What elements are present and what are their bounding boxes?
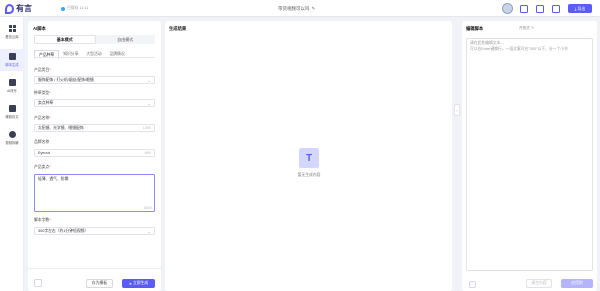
ai-rewrite-icon	[8, 79, 16, 87]
form-title: AI脚本	[33, 26, 46, 31]
save-template-button[interactable]: 存为模板	[86, 279, 113, 288]
edit-icon: ✎	[531, 26, 535, 30]
placeholder-line-2: 可以在Enter键换行，一段文案可在"300"以下，分一个小节	[470, 46, 568, 51]
selling-label: 产品卖点*	[34, 165, 51, 170]
brand-input[interactable]: Eyeout 6/50	[34, 149, 155, 157]
required-mark: *	[49, 68, 51, 72]
char-count: 8/200	[143, 205, 152, 210]
script-form-panel: AI脚本 基本模式 自由模式 产品种草 知识分享 大型活动 品牌情况 产品类目*…	[28, 21, 161, 291]
document-title[interactable]: 带货视频可以吗 ✎	[278, 6, 315, 12]
empty-text-icon: T	[299, 148, 319, 168]
avatar[interactable]	[502, 3, 513, 14]
left-nav: 看剪云库 脚本生成 AI改写 爆款拆文 视频拆解	[0, 17, 24, 291]
logo-mark-icon	[5, 3, 14, 14]
type-label: 种草类型*	[34, 91, 51, 96]
chevron-down-icon: ⌄	[147, 77, 151, 83]
generate-label: 立即生成	[133, 281, 149, 285]
nav-label: 脚本生成	[5, 62, 19, 67]
edit-title-icon[interactable]: ✎	[312, 6, 316, 12]
result-title: 生成结果	[169, 26, 187, 31]
download-icon: ⤓	[574, 6, 577, 11]
product-name-input[interactable]: 太阳镜、光学镜、眼镜配饰 12/50	[34, 124, 155, 132]
nav-label: 视频拆解	[5, 140, 19, 145]
script-icon	[8, 53, 16, 61]
export-button[interactable]: ⤓ 导出	[568, 4, 592, 13]
length-label: 脚本字数*	[34, 218, 51, 223]
chevron-down-icon: ⌄	[147, 228, 151, 234]
nav-label: 看剪云库	[5, 34, 19, 39]
char-count: 12/50	[142, 126, 151, 130]
category-label: 产品类目*	[34, 68, 51, 73]
saved-status: 已保存 11:11	[61, 6, 88, 11]
mode-basic-tab[interactable]: 基本模式	[34, 35, 96, 44]
chevron-down-icon: ⌄	[147, 100, 151, 106]
required-mark: *	[49, 116, 51, 120]
required-mark: *	[49, 218, 51, 222]
footer-divider	[28, 268, 161, 269]
category-label-text: 产品类目	[34, 68, 50, 72]
type-label-text: 种草类型	[34, 91, 50, 95]
apply-button[interactable]: 应用到	[561, 279, 593, 288]
type-select[interactable]: 卖点种草 ⌄	[34, 99, 155, 107]
char-count: 6/50	[144, 151, 151, 155]
cloud-saved-icon	[61, 6, 65, 11]
required-mark: *	[49, 165, 51, 169]
saved-status-text: 已保存 11:11	[67, 6, 89, 10]
editor-placeholder: 请在此处编辑文本... 可以在Enter键换行，一段文案可在"300"以下，分一…	[470, 41, 568, 52]
brand-value: Eyeout	[38, 151, 50, 155]
grid-icon	[8, 25, 16, 33]
name-label-text: 产品名称	[34, 116, 50, 120]
history-icon[interactable]	[34, 279, 42, 287]
length-value: 300字左右（约1分钟短视频）	[38, 228, 89, 233]
version-selector[interactable]: 开放式 ✎	[519, 26, 534, 31]
selling-points-textarea[interactable]: 轻薄、透气、防雾 8/200	[34, 174, 155, 212]
nav-item-script[interactable]: 脚本生成	[0, 49, 24, 71]
version-label: 开放式	[519, 26, 530, 30]
selling-label-text: 产品卖点	[34, 165, 50, 169]
collapse-panel-button[interactable]: ‹	[454, 104, 460, 116]
editor-title: 编辑脚本	[466, 26, 484, 31]
name-label: 产品名称*	[34, 116, 51, 121]
category-select[interactable]: 服饰配饰 / 打火机/烟丝/配饰/眼镜 ⌄	[34, 76, 155, 84]
video-icon	[8, 105, 16, 113]
top-bar: 有言 已保存 11:11 带货视频可以吗 ✎ ⤓ 导出	[0, 0, 600, 17]
product-name-value: 太阳镜、光学镜、眼镜配饰	[38, 125, 84, 130]
logo[interactable]: 有言	[5, 3, 32, 14]
mode-free-tab[interactable]: 自由模式	[96, 35, 156, 44]
save-template-label: 存为模板	[91, 281, 108, 285]
nav-label: AI改写	[7, 88, 17, 93]
required-mark: *	[49, 91, 51, 95]
clear-content-button[interactable]: 清空内容	[526, 279, 552, 288]
script-editor-textarea[interactable]	[466, 38, 593, 271]
brand-label: 品牌名称	[34, 140, 50, 144]
nav-item-library[interactable]: 看剪云库	[0, 21, 24, 43]
document-title-text: 带货视频可以吗	[278, 5, 310, 11]
mode-toggle: 基本模式 自由模式	[34, 35, 155, 44]
export-label: 导出	[577, 5, 586, 11]
empty-state-text: 暂无生成内容	[297, 173, 321, 177]
length-label-text: 脚本字数	[34, 218, 50, 222]
category-value: 服饰配饰 / 打火机/烟丝/配饰/眼镜	[38, 77, 94, 82]
nav-item-ai-rewrite[interactable]: AI改写	[0, 75, 24, 97]
length-select[interactable]: 300字左右（约1分钟短视频） ⌄	[34, 227, 155, 235]
analyze-icon	[8, 131, 16, 139]
share-icon[interactable]	[552, 4, 560, 13]
nav-label: 爆款拆文	[5, 114, 19, 119]
nav-item-hot-copy[interactable]: 爆款拆文	[0, 101, 24, 123]
generate-button[interactable]: ➤ 立即生成	[122, 279, 155, 288]
mail-icon[interactable]	[520, 4, 528, 13]
tablet-icon[interactable]	[536, 4, 544, 13]
copy-icon[interactable]	[469, 281, 476, 288]
logo-text: 有言	[16, 4, 32, 13]
tab-divider	[34, 57, 155, 58]
selling-points-value: 轻薄、透气、防雾	[38, 177, 69, 181]
nav-item-video-analyze[interactable]: 视频拆解	[0, 127, 24, 149]
type-value: 卖点种草	[38, 100, 54, 105]
send-icon: ➤	[128, 282, 132, 286]
